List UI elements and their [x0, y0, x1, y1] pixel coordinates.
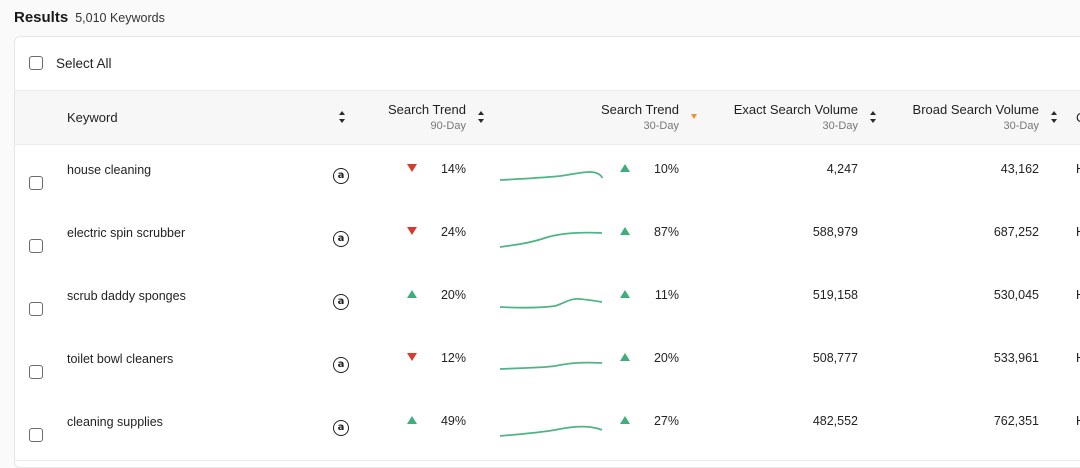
trend-up-icon	[620, 290, 630, 298]
amazon-icon[interactable]: a	[333, 294, 349, 310]
trend30-value: 10%	[653, 162, 679, 176]
col-header-trend30-label: Search Trend	[600, 102, 679, 117]
amazon-icon[interactable]: a	[333, 168, 349, 184]
trend-up-icon	[407, 290, 417, 298]
sparkline-path	[500, 297, 603, 309]
sort-icon[interactable]	[339, 111, 347, 123]
col-header-trend30-sub: 30-Day	[643, 120, 679, 132]
sort-desc-icon[interactable]	[691, 114, 697, 119]
table-row[interactable]: toilet bowl cleaners a 12% 20% 508,777 5…	[15, 334, 1080, 398]
table-row[interactable]: electric spin scrubber a 24% 87% 588,979…	[15, 208, 1080, 272]
trend90-value: 24%	[440, 225, 466, 239]
results-title: Results	[14, 9, 69, 26]
trend-up-icon	[620, 164, 630, 172]
broad-volume-value: 762,351	[993, 414, 1039, 428]
select-all-checkbox[interactable]	[29, 56, 43, 70]
trend30-value: 11%	[654, 288, 679, 302]
sparkline-chart	[500, 231, 603, 248]
trend-up-icon	[620, 353, 630, 361]
cut-column-value: H	[1076, 162, 1080, 176]
col-header-keyword-label: Keyword	[67, 110, 118, 125]
sparkline-chart	[500, 425, 603, 437]
broad-volume-value: 533,961	[993, 351, 1039, 365]
col-header-broad-volume[interactable]: Broad Search Volume 30-Day	[889, 102, 1039, 132]
trend30-value: 87%	[653, 225, 679, 239]
exact-volume-value: 588,979	[812, 225, 858, 239]
col-header-trend90-label: Search Trend	[387, 102, 466, 117]
results-header: Results 5,010 Keywords	[14, 9, 165, 26]
col-header-cut[interactable]: C	[1076, 110, 1080, 125]
cut-column-value: H	[1076, 351, 1080, 365]
keyword-text[interactable]: scrub daddy sponges	[67, 289, 186, 303]
cut-column-value: H	[1076, 225, 1080, 239]
trend90-value: 20%	[440, 288, 466, 302]
results-table-panel: Select All Keyword Search Trend 90-Day S…	[14, 36, 1080, 468]
keyword-text[interactable]: toilet bowl cleaners	[67, 352, 173, 366]
row-checkbox[interactable]	[29, 176, 43, 190]
trend-down-icon	[407, 227, 417, 235]
sparkline-chart	[500, 171, 603, 181]
trend90-value: 49%	[440, 414, 466, 428]
trend-up-icon	[620, 227, 630, 235]
exact-volume-value: 4,247	[826, 162, 858, 176]
keyword-text[interactable]: cleaning supplies	[67, 415, 163, 429]
trend-up-icon	[620, 416, 630, 424]
sparkline-chart	[500, 297, 603, 309]
sparkline-path	[500, 171, 603, 181]
sort-icon[interactable]	[870, 111, 878, 123]
table-row[interactable]: scrub daddy sponges a 20% 11% 519,158 53…	[15, 271, 1080, 335]
row-checkbox[interactable]	[29, 428, 43, 442]
trend30-value: 20%	[653, 351, 679, 365]
trend90-value: 14%	[440, 162, 466, 176]
trend-down-icon	[407, 353, 417, 361]
broad-volume-value: 530,045	[993, 288, 1039, 302]
amazon-icon[interactable]: a	[333, 231, 349, 247]
row-checkbox[interactable]	[29, 365, 43, 379]
exact-volume-value: 482,552	[812, 414, 858, 428]
table-row[interactable]: house cleaning a 14% 10% 4,247 43,162 H	[15, 145, 1080, 209]
trend30-value: 27%	[653, 414, 679, 428]
broad-volume-value: 687,252	[993, 225, 1039, 239]
col-header-keyword[interactable]: Keyword	[67, 110, 118, 125]
col-header-trend30[interactable]: Search Trend 30-Day	[579, 102, 679, 132]
col-header-broad-sub: 30-Day	[1003, 120, 1039, 132]
sort-icon[interactable]	[1051, 111, 1059, 123]
sparkline-chart	[500, 361, 603, 370]
col-header-trend90-sub: 90-Day	[430, 120, 466, 132]
table-header: Keyword Search Trend 90-Day Search Trend…	[15, 91, 1080, 145]
results-count: 5,010 Keywords	[75, 11, 165, 25]
trend-up-icon	[407, 416, 417, 424]
trend90-value: 12%	[440, 351, 466, 365]
exact-volume-value: 519,158	[812, 288, 858, 302]
broad-volume-value: 43,162	[1000, 162, 1039, 176]
keyword-text[interactable]: electric spin scrubber	[67, 226, 185, 240]
sparkline-path	[500, 425, 603, 437]
col-header-trend90[interactable]: Search Trend 90-Day	[366, 102, 466, 132]
select-all-label[interactable]: Select All	[56, 56, 112, 71]
keyword-text[interactable]: house cleaning	[67, 163, 151, 177]
sort-icon[interactable]	[478, 111, 486, 123]
trend-down-icon	[407, 164, 417, 172]
sparkline-path	[500, 231, 603, 248]
col-header-broad-label: Broad Search Volume	[912, 102, 1039, 117]
row-checkbox[interactable]	[29, 302, 43, 316]
cut-column-value: H	[1076, 414, 1080, 428]
amazon-icon[interactable]: a	[333, 420, 349, 436]
col-header-exact-volume[interactable]: Exact Search Volume 30-Day	[708, 102, 858, 132]
col-header-exact-label: Exact Search Volume	[733, 102, 858, 117]
table-row[interactable]: cleaning supplies a 49% 27% 482,552 762,…	[15, 397, 1080, 461]
col-header-exact-sub: 30-Day	[822, 120, 858, 132]
row-checkbox[interactable]	[29, 239, 43, 253]
amazon-icon[interactable]: a	[333, 357, 349, 373]
exact-volume-value: 508,777	[812, 351, 858, 365]
cut-column-value: H	[1076, 288, 1080, 302]
sparkline-path	[500, 361, 603, 370]
select-all-bar: Select All	[15, 37, 1080, 91]
